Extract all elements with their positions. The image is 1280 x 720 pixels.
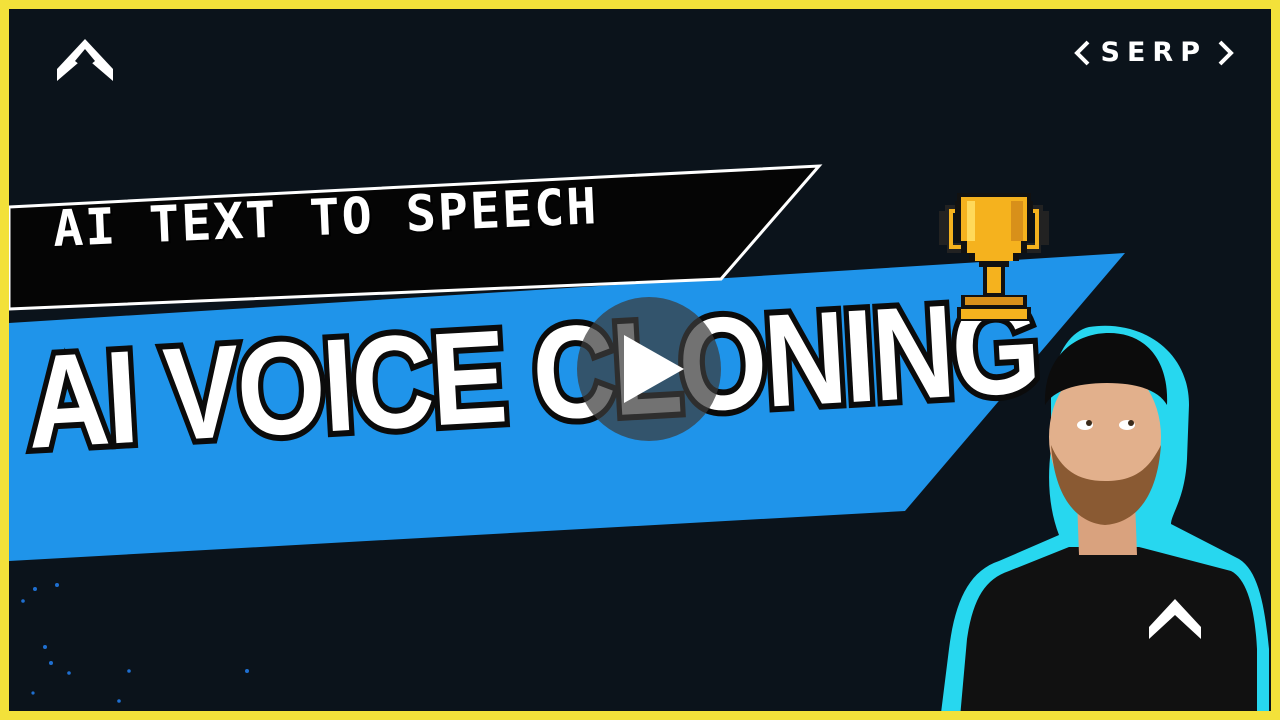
video-thumbnail[interactable]: SERP AI TEXT TO SPEECH AI VOICE CLONING [0, 0, 1280, 720]
play-icon [624, 335, 684, 403]
play-button[interactable] [577, 297, 721, 441]
presenter-photo [941, 325, 1269, 711]
